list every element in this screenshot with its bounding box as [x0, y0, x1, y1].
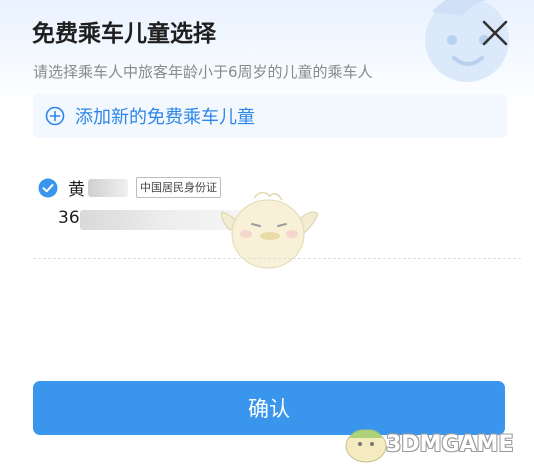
- plus-circle-icon: [45, 106, 65, 126]
- passenger-name: 黄: [68, 180, 85, 200]
- id-type-badge: 中国居民身份证: [136, 177, 221, 198]
- close-icon[interactable]: [480, 18, 510, 48]
- mascot-icon: [221, 191, 319, 269]
- baby-face-icon: [425, 0, 509, 82]
- passenger-name-mask: [88, 179, 128, 197]
- add-child-button[interactable]: 添加新的免费乘车儿童: [33, 94, 507, 138]
- dialog-subtitle: 请选择乘车人中旅客年龄小于6周岁的儿童的乘车人: [33, 63, 373, 81]
- free-child-selection-dialog: 免费乘车儿童选择 请选择乘车人中旅客年龄小于6周岁的儿童的乘车人 添加新的免费乘…: [0, 0, 534, 467]
- section-divider: [33, 258, 521, 259]
- dialog-title: 免费乘车儿童选择: [32, 21, 216, 47]
- watermark-text: 3DMGAME: [386, 432, 514, 457]
- passenger-id-number: 36: [58, 208, 80, 228]
- add-child-label: 添加新的免费乘车儿童: [75, 107, 255, 128]
- checkmark-icon[interactable]: [38, 178, 58, 198]
